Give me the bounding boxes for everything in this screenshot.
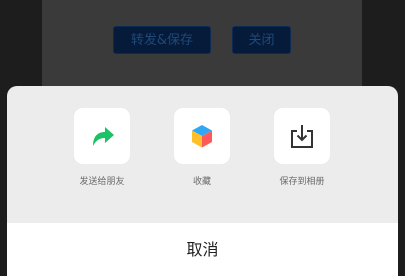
- cancel-button[interactable]: 取消: [7, 223, 398, 276]
- share-option-save-to-album[interactable]: 保存到相册: [257, 108, 347, 187]
- close-button: 关闭: [232, 26, 291, 54]
- send-to-friend-icon-box[interactable]: [74, 108, 130, 164]
- forward-save-button: 转发&保存: [113, 26, 211, 54]
- favorites-cube-icon: [192, 125, 212, 148]
- send-to-friend-label: 发送给朋友: [79, 177, 125, 187]
- share-option-favorites[interactable]: 收藏: [157, 108, 247, 187]
- save-to-album-icon: [291, 125, 313, 148]
- save-to-album-icon-box[interactable]: [274, 108, 330, 164]
- favorites-icon-box[interactable]: [174, 108, 230, 164]
- favorites-label: 收藏: [192, 177, 211, 187]
- save-to-album-label: 保存到相册: [279, 177, 325, 187]
- share-arrow-icon: [93, 127, 114, 146]
- share-option-send-to-friend[interactable]: 发送给朋友: [57, 108, 147, 187]
- share-action-sheet: 发送给朋友 收藏 保存到相册 取消: [7, 86, 398, 276]
